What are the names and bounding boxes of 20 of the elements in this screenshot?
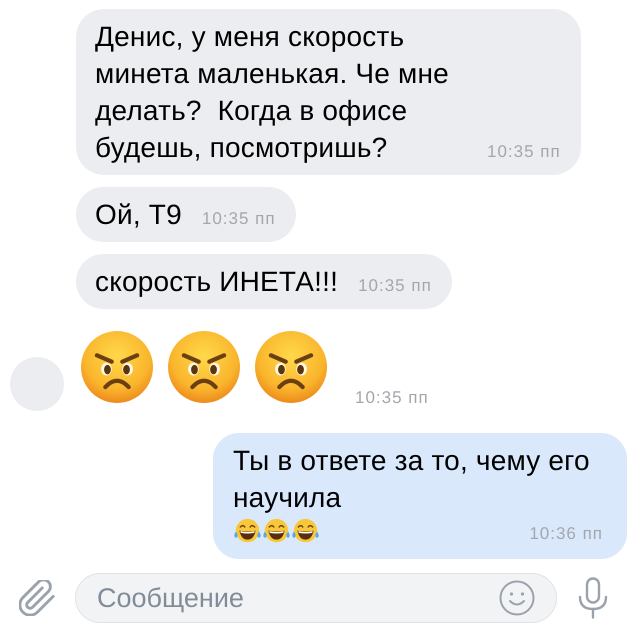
laughing-tears-face-icon: [291, 518, 320, 544]
laughing-tears-face-icon: [233, 518, 262, 544]
paperclip-icon[interactable]: [19, 580, 55, 616]
message-text: скорость ИНЕТА!!!: [95, 265, 338, 299]
angry-face-icon: [81, 331, 153, 403]
message-text: Денис, у меня скорость минета маленькая. Че мне делать? Когда в офисе будешь, посмотришь?: [95, 20, 450, 165]
message-text: Ой, Т9: [95, 198, 182, 232]
message-time: 10:35 пп: [487, 142, 561, 162]
message-time: 10:35 пп: [358, 276, 432, 296]
message-input[interactable]: Сообщение: [97, 578, 491, 618]
message-time: 10:35 пп: [202, 209, 276, 229]
message-text: Ты в ответе за то, чему его научила: [233, 444, 591, 515]
laughing-tears-face-icon: [262, 518, 291, 544]
microphone-icon[interactable]: [578, 577, 608, 619]
message-field[interactable]: Сообщение: [75, 573, 557, 623]
angry-face-icon: [255, 331, 327, 403]
message-time: 10:36 пп: [529, 524, 603, 544]
message-time: 10:35 пп: [355, 388, 429, 408]
smiley-icon[interactable]: [499, 580, 535, 616]
angry-face-icon: [168, 331, 240, 403]
